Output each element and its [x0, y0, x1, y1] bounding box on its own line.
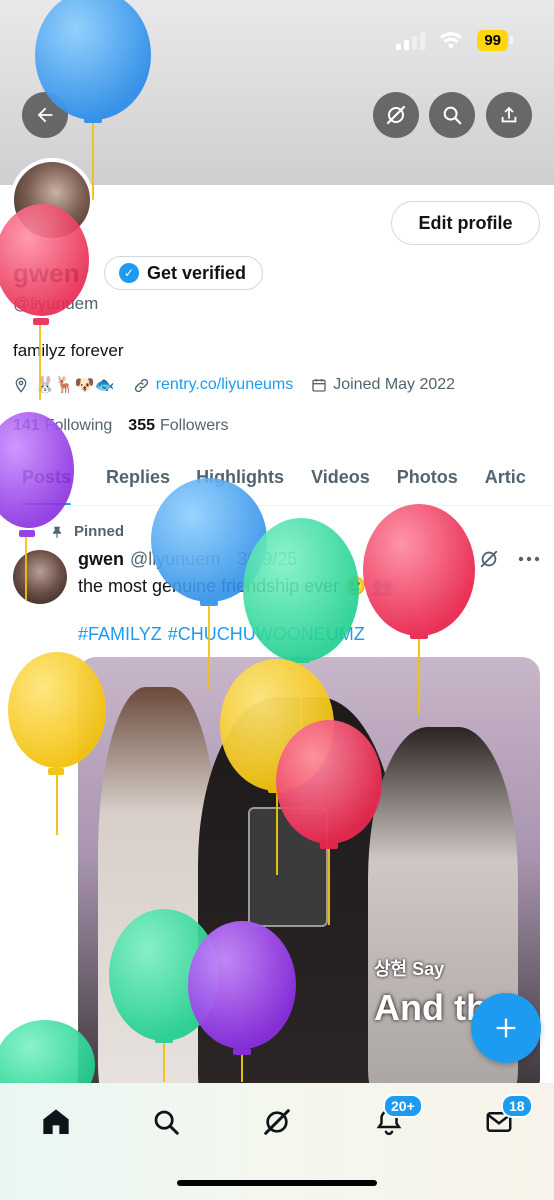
pin-icon	[52, 526, 62, 538]
back-button[interactable]	[22, 92, 68, 138]
profile-tabs: Posts Replies Highlights Videos Photos A…	[0, 450, 554, 506]
post-actions-top	[478, 548, 540, 570]
joined-date: Joined May 2022	[333, 376, 456, 393]
tab-highlights[interactable]: Highlights	[196, 450, 284, 505]
joined-item: Joined May 2022	[311, 376, 455, 394]
heart-icon	[123, 35, 138, 51]
post-hashtags: #FAMILYZ #CHUCHUWOONEUMZ	[78, 624, 365, 645]
video-caption-small: 상현 Say	[374, 959, 445, 979]
get-verified-button[interactable]: ✓ Get verified	[104, 256, 264, 290]
profile-bio: familyz forever	[13, 341, 124, 360]
nav-grok[interactable]	[257, 1102, 297, 1142]
search-icon	[443, 106, 462, 125]
grok-icon[interactable]	[478, 548, 500, 570]
location-item: 🐰🦌🐶🐟	[13, 375, 115, 395]
grok-icon	[386, 105, 406, 125]
website-link[interactable]: rentry.co/liyuneums	[156, 376, 294, 394]
post-date[interactable]: · 30/9/25	[226, 549, 297, 570]
cellular-signal-icon	[396, 31, 426, 50]
pinned-indicator: Pinned	[50, 523, 124, 540]
website-item[interactable]: rentry.co/liyuneums	[133, 376, 294, 394]
calendar-icon	[312, 379, 326, 392]
tab-replies[interactable]: Replies	[106, 450, 170, 505]
share-button[interactable]	[486, 92, 532, 138]
share-icon	[501, 106, 517, 123]
status-bar: 12:07 99	[0, 0, 554, 80]
following-link[interactable]: 141 Following	[13, 417, 112, 435]
grok-icon	[264, 1109, 290, 1135]
hashtag-link[interactable]: #FAMILYZ	[78, 624, 162, 645]
followers-link[interactable]: 355 Followers	[128, 417, 228, 435]
nav-messages[interactable]: 18	[479, 1094, 533, 1142]
hashtag-link[interactable]: #CHUCHUWOONEUMZ	[168, 624, 365, 645]
tab-articles[interactable]: Artic	[485, 450, 526, 505]
search-button[interactable]	[429, 92, 475, 138]
post-avatar[interactable]	[13, 550, 67, 604]
status-indicators: 99	[396, 30, 513, 51]
home-icon	[43, 1109, 69, 1134]
home-indicator	[177, 1180, 377, 1186]
post-text: the most genuine friendship ever 🥲 👥	[78, 576, 394, 596]
tab-photos[interactable]: Photos	[397, 450, 458, 505]
messages-badge: 18	[501, 1094, 533, 1118]
nav-search[interactable]	[146, 1102, 186, 1142]
status-time: 12:07	[55, 28, 140, 56]
post-author-handle[interactable]: @liyunuem	[130, 549, 220, 570]
arrow-left-icon	[37, 107, 53, 123]
location-emojis: 🐰🦌🐶🐟	[35, 377, 115, 394]
search-icon	[154, 1110, 179, 1135]
display-name: gwen	[13, 258, 80, 288]
post-header: gwen @liyunuem · 30/9/25	[78, 549, 297, 570]
plus-icon	[496, 1018, 516, 1038]
get-verified-label: Get verified	[147, 262, 247, 283]
grok-button[interactable]	[373, 92, 419, 138]
battery-indicator: 99	[477, 30, 513, 51]
tab-posts[interactable]: Posts	[22, 450, 72, 505]
nav-notifications[interactable]: 20+	[369, 1094, 423, 1142]
tab-videos[interactable]: Videos	[311, 450, 370, 505]
media-phone	[248, 807, 328, 927]
link-icon	[134, 378, 148, 392]
compose-post-button[interactable]	[471, 993, 541, 1063]
edit-profile-button[interactable]: Edit profile	[391, 201, 540, 245]
profile-avatar[interactable]	[10, 158, 94, 242]
location-icon	[15, 377, 27, 393]
notifications-badge: 20+	[383, 1094, 423, 1118]
profile-handle: @liyunuem	[13, 294, 99, 313]
more-options-icon[interactable]	[518, 556, 540, 562]
post-author-name[interactable]: gwen	[78, 549, 124, 570]
wifi-icon	[440, 31, 463, 49]
profile-meta: 🐰🦌🐶🐟 rentry.co/liyuneums Joined May 2022	[13, 375, 455, 395]
pinned-label: Pinned	[74, 523, 125, 540]
verified-badge-icon: ✓	[119, 263, 139, 283]
follow-stats: 141 Following 355 Followers	[13, 417, 228, 435]
nav-home[interactable]	[36, 1102, 76, 1142]
